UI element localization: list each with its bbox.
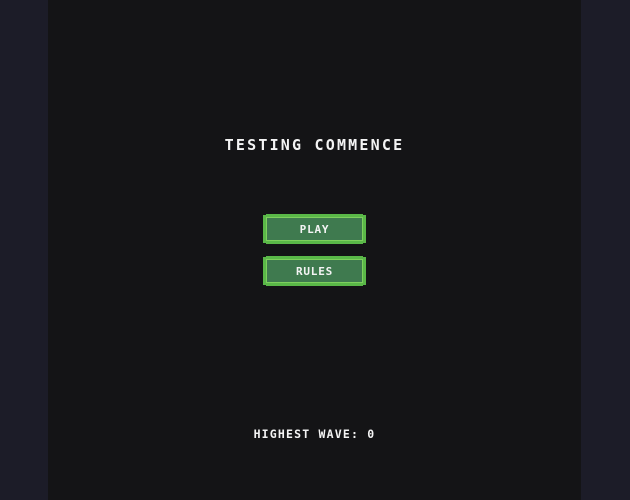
- highest-wave-label: HIGHEST WAVE: 0: [253, 427, 376, 441]
- game-title: TESTING COMMENCE: [224, 136, 405, 154]
- game-canvas[interactable]: TESTING COMMENCE PLAY RULES HIGHEST WAVE…: [48, 0, 581, 500]
- rules-button-label: RULES: [295, 264, 334, 278]
- play-button[interactable]: PLAY: [263, 214, 366, 244]
- play-button-label: PLAY: [299, 222, 330, 236]
- right-letterbox: [581, 0, 630, 500]
- left-letterbox: [0, 0, 48, 500]
- rules-button[interactable]: RULES: [263, 256, 366, 286]
